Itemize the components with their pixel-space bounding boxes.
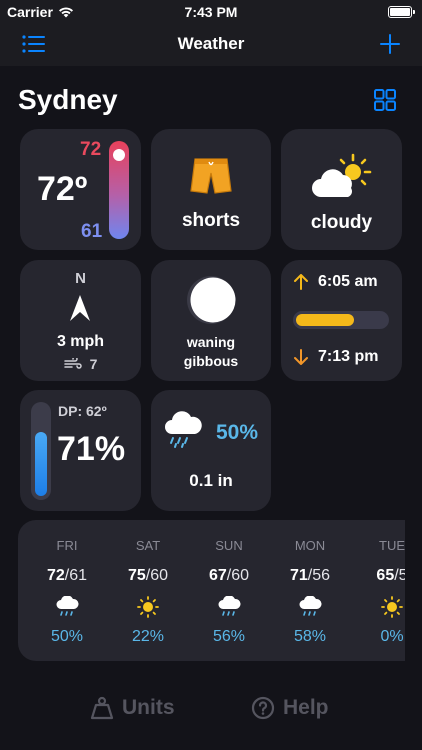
rain-amount: 0.1 in bbox=[189, 471, 233, 490]
rain-card[interactable]: 50% 0.1 in bbox=[151, 390, 271, 511]
sun-icon bbox=[137, 596, 159, 618]
forecast-low: /56 bbox=[307, 567, 331, 584]
status-time: 7:43 PM bbox=[184, 4, 238, 20]
city-name: Sydney bbox=[18, 84, 118, 115]
rain-probability: 50% bbox=[216, 421, 259, 444]
rain-cloud-icon bbox=[165, 411, 202, 448]
forecast-low: /60 bbox=[145, 567, 169, 584]
temp-indicator bbox=[113, 149, 125, 161]
sunset-time: 7:13 pm bbox=[318, 348, 379, 365]
forecast-day-name: FRI bbox=[56, 538, 78, 553]
nav-bar: Weather bbox=[0, 24, 422, 66]
moon-phase-line2: gibbous bbox=[183, 353, 239, 369]
daylight-bar bbox=[293, 311, 389, 329]
humidity-bar bbox=[31, 402, 51, 500]
temperature-card[interactable]: 72 72º 61 bbox=[20, 129, 141, 250]
forecast-temps: 65/5 bbox=[352, 567, 405, 585]
forecast-day[interactable]: FRI 72/61 50% bbox=[27, 520, 107, 661]
forecast-precip: 56% bbox=[212, 628, 246, 645]
forecast-day[interactable]: TUE 65/5 0% bbox=[352, 520, 405, 661]
temp-high: 72 bbox=[80, 139, 102, 160]
condition-label: cloudy bbox=[310, 212, 373, 233]
wind-gust-icon bbox=[63, 358, 82, 369]
daylight-progress bbox=[296, 314, 354, 326]
plus-icon[interactable] bbox=[378, 32, 402, 56]
status-bar: Carrier 7:43 PM bbox=[0, 0, 422, 24]
forecast-low: /5 bbox=[394, 567, 405, 584]
units-label: Units bbox=[122, 696, 175, 719]
page-title: Weather bbox=[177, 34, 245, 53]
temp-low: 61 bbox=[81, 221, 103, 242]
forecast-precip: 22% bbox=[131, 628, 165, 645]
help-button[interactable]: Help bbox=[251, 696, 329, 720]
forecast-day-name: SUN bbox=[215, 538, 243, 553]
sunrise-row: 6:05 am bbox=[294, 273, 378, 291]
forecast-temps: 75/60 bbox=[108, 567, 188, 585]
forecast-high: 72 bbox=[46, 567, 65, 584]
arrow-down-icon bbox=[294, 349, 308, 365]
forecast-day[interactable]: SUN 67/60 56% bbox=[189, 520, 269, 661]
forecast-precip: 50% bbox=[50, 628, 84, 645]
rain-icon bbox=[218, 596, 241, 616]
outfit-card[interactable]: shorts bbox=[151, 129, 271, 250]
wind-direction: N bbox=[75, 270, 86, 287]
forecast-temps: 67/60 bbox=[189, 567, 269, 585]
temp-current: 72º bbox=[37, 170, 88, 208]
outfit-label: shorts bbox=[181, 210, 241, 231]
wind-card[interactable]: N 3 mph 7 bbox=[20, 260, 141, 381]
sun-icon bbox=[381, 596, 403, 618]
temp-range-bar bbox=[109, 141, 129, 239]
moon-phase: waning gibbous bbox=[151, 333, 271, 371]
forecast-high: 65 bbox=[376, 567, 395, 584]
moon-icon bbox=[187, 276, 236, 324]
dew-point: DP: 62º bbox=[58, 403, 107, 419]
forecast-day-name: SAT bbox=[135, 538, 161, 553]
sunrise-time: 6:05 am bbox=[318, 273, 378, 290]
forecast-high: 67 bbox=[208, 567, 227, 584]
sun-card[interactable]: 6:05 am 7:13 pm bbox=[281, 260, 402, 381]
help-label: Help bbox=[283, 696, 329, 719]
forecast-day[interactable]: SAT 75/60 22% bbox=[108, 520, 188, 661]
forecast-day-name: TUE bbox=[379, 538, 405, 553]
partly-cloudy-icon bbox=[311, 153, 371, 197]
sunset-row: 7:13 pm bbox=[294, 348, 378, 366]
wind-gust: 7 bbox=[20, 356, 141, 372]
forecast-precip: 0% bbox=[380, 628, 404, 645]
rain-icon bbox=[299, 596, 322, 616]
help-icon bbox=[251, 696, 275, 720]
arrow-up-icon bbox=[294, 274, 308, 290]
forecast-high: 75 bbox=[127, 567, 146, 584]
forecast-day[interactable]: MON 71/56 58% bbox=[270, 520, 350, 661]
wind-arrow-icon bbox=[70, 295, 90, 321]
forecast-precip: 58% bbox=[293, 628, 327, 645]
rain-icon bbox=[56, 596, 79, 616]
humidity-value: 71% bbox=[57, 430, 126, 468]
moon-phase-line1: waning bbox=[186, 334, 236, 350]
forecast-temps: 71/56 bbox=[270, 567, 350, 585]
humidity-fill bbox=[35, 432, 47, 496]
forecast-day-name: MON bbox=[294, 538, 326, 553]
forecast-low: /61 bbox=[64, 567, 88, 584]
condition-card[interactable]: cloudy bbox=[281, 129, 402, 250]
battery-icon bbox=[388, 6, 415, 18]
forecast-low: /60 bbox=[226, 567, 250, 584]
units-button[interactable]: Units bbox=[90, 696, 175, 720]
wind-speed: 3 mph bbox=[56, 333, 105, 350]
forecast-high: 71 bbox=[289, 567, 308, 584]
moon-card[interactable]: waning gibbous bbox=[151, 260, 271, 381]
forecast-temps: 72/61 bbox=[27, 567, 107, 585]
grid-icon[interactable] bbox=[374, 89, 396, 111]
daily-forecast[interactable]: FRI 72/61 50% SAT 75/60 22% SUN 67/60 56… bbox=[18, 520, 405, 661]
weight-icon bbox=[90, 696, 114, 720]
shorts-icon bbox=[190, 158, 232, 194]
humidity-card[interactable]: DP: 62º 71% bbox=[20, 390, 141, 511]
wind-gust-value: 7 bbox=[89, 356, 98, 372]
